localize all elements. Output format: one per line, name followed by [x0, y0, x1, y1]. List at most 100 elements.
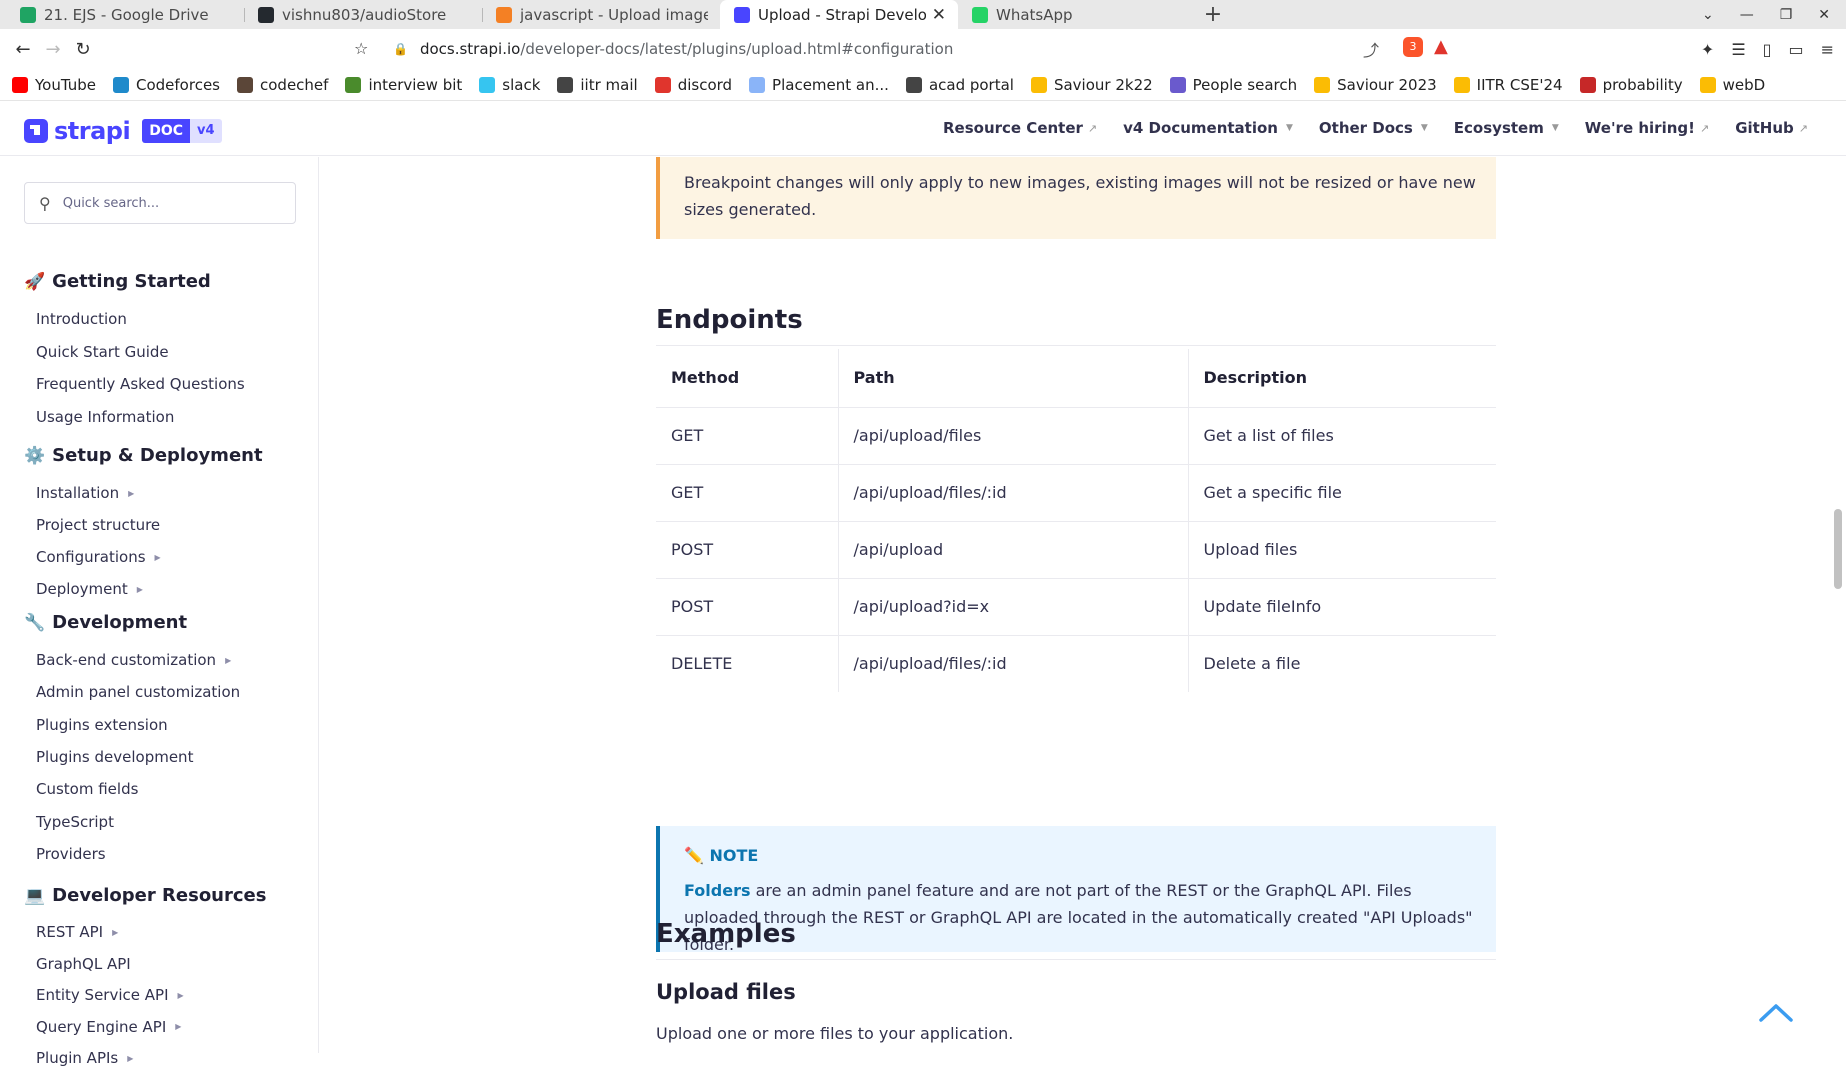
table-row: POST/api/upload?id=x Update fileInfo: [656, 577, 1496, 635]
bookmark-item[interactable]: codechef: [237, 76, 328, 94]
bookmark-label: webD: [1722, 75, 1766, 94]
sidebar-item[interactable]: Plugins extension: [36, 716, 168, 734]
sidebar-item[interactable]: Project structure: [36, 516, 160, 534]
sidebar-item-label: REST API: [36, 923, 104, 941]
table-cell: GET: [656, 463, 838, 521]
dropdown-caret-icon: ▼: [1420, 123, 1428, 133]
table-row: GET/api/upload/files/:id Get a specific f…: [656, 463, 1496, 521]
sidebar-item[interactable]: Query Engine API ▶: [36, 1018, 181, 1036]
sidebar-item[interactable]: GraphQL API: [36, 955, 131, 973]
sidebar-toggle-icon[interactable]: ▯: [1763, 40, 1772, 59]
browser-tab[interactable]: javascript - Upload image to st: [482, 0, 720, 29]
bookmark-label: Placement an...: [772, 75, 889, 94]
sidebar-item[interactable]: Admin panel customization: [36, 683, 240, 701]
extensions-puzzle-icon[interactable]: ✦: [1701, 40, 1714, 59]
bookmark-item[interactable]: slack: [479, 76, 540, 94]
menu-icon[interactable]: ≡: [1821, 40, 1834, 59]
browser-toolbar: ← → ↻ ☆ 🔒 docs.strapi.io/developer-docs/…: [0, 29, 1846, 69]
back-to-top-icon[interactable]: [1758, 1000, 1794, 1024]
sidebar-item-label: Back-end customization: [36, 651, 217, 669]
maximize-icon[interactable]: ❐: [1780, 7, 1793, 23]
google-drive-icon: [1699, 76, 1716, 93]
sidebar-item[interactable]: Custom fields: [36, 780, 138, 798]
sidebar-item[interactable]: Providers: [36, 845, 106, 863]
probability-icon: [1579, 76, 1596, 93]
bookmark-item[interactable]: interview bit: [345, 76, 462, 94]
nav-item[interactable]: v4 Documentation ▼: [1123, 119, 1293, 137]
bookmark-item[interactable]: IITR CSE'24: [1453, 76, 1563, 94]
sidebar-item[interactable]: Configurations ▶: [36, 548, 161, 566]
sidebar-section-heading[interactable]: ⚙️ Setup & Deployment: [24, 445, 263, 466]
sidebar-item[interactable]: Usage Information: [36, 408, 174, 426]
sidebar-item[interactable]: Introduction: [36, 310, 127, 328]
tab-search-chevron-icon[interactable]: ⌄: [1702, 7, 1714, 23]
browser-tab[interactable]: WhatsApp: [958, 0, 1196, 29]
bookmark-item[interactable]: discord: [654, 76, 732, 94]
bookmark-item[interactable]: YouTube: [12, 76, 96, 94]
bookmark-page-icon[interactable]: ☆: [354, 39, 368, 58]
sidebar-item[interactable]: Plugins development: [36, 748, 193, 766]
nav-item[interactable]: Other Docs ▼: [1319, 119, 1428, 137]
bookmark-item[interactable]: Saviour 2023: [1314, 76, 1437, 94]
minimize-icon[interactable]: —: [1740, 7, 1754, 23]
sidebar-section-heading[interactable]: 💻 Developer Resources: [24, 885, 266, 906]
sidebar-item[interactable]: Entity Service API ▶: [36, 986, 184, 1004]
sidebar-item[interactable]: Plugin APIs ▶: [36, 1049, 133, 1067]
close-tab-icon[interactable]: ✕: [932, 5, 946, 25]
reading-list-icon[interactable]: ☰: [1731, 40, 1745, 59]
browser-tab[interactable]: vishnu803/audioStore: [244, 0, 482, 29]
bookmark-item[interactable]: iitr mail: [557, 76, 638, 94]
new-tab-button[interactable]: +: [1196, 0, 1230, 29]
google-drive-icon: [20, 6, 36, 23]
nav-item[interactable]: Ecosystem ▼: [1454, 119, 1559, 137]
browser-tab[interactable]: Upload - Strapi Developer ✕: [720, 0, 958, 29]
bookmark-label: acad portal: [928, 75, 1014, 94]
table-row: GET/api/upload/files Get a list of files: [656, 406, 1496, 464]
sidebar-section-heading[interactable]: 🔧 Development: [24, 612, 187, 633]
nav-item[interactable]: GitHub ↗: [1735, 119, 1808, 137]
forward-icon[interactable]: →: [38, 39, 68, 60]
bookmark-item[interactable]: Saviour 2k22: [1030, 76, 1153, 94]
bookmark-item[interactable]: webD: [1699, 75, 1766, 94]
strapi-docs-page: strapi DOC v4 Resource Center ↗ v4 Documen…: [0, 101, 1846, 1067]
bookmark-item[interactable]: acad portal: [905, 75, 1014, 94]
bookmark-item[interactable]: Codeforces: [113, 76, 220, 94]
brave-shields-icon[interactable]: 3: [1403, 37, 1423, 57]
page-scrollbar[interactable]: [1834, 509, 1842, 589]
nav-item[interactable]: Resource Center ↗: [943, 119, 1097, 137]
section-emoji-icon: 🔧: [24, 612, 46, 633]
external-link-icon: ↗: [1087, 121, 1098, 135]
folders-link[interactable]: Folders: [684, 881, 750, 900]
sidebar-item[interactable]: Frequently Asked Questions: [36, 375, 245, 393]
sidebar-section-heading[interactable]: 🚀 Getting Started: [24, 271, 211, 292]
back-icon[interactable]: ←: [8, 39, 38, 60]
table-row: POST/api/upload Upload files: [656, 520, 1496, 578]
sidebar-item[interactable]: Deployment ▶: [36, 580, 143, 598]
strapi-logo[interactable]: strapi DOC v4: [24, 117, 222, 145]
wallet-icon[interactable]: ▭: [1788, 40, 1803, 59]
nav-item[interactable]: We're hiring! ↗: [1585, 119, 1709, 137]
sidebar-item[interactable]: Back-end customization ▶: [36, 651, 231, 669]
external-link-icon: ↗: [1699, 121, 1710, 135]
expand-caret-icon: ▶: [136, 584, 143, 594]
sidebar-item[interactable]: Quick Start Guide: [36, 343, 169, 361]
bookmark-label: probability: [1602, 75, 1683, 94]
bookmark-item[interactable]: probability: [1579, 75, 1683, 94]
address-bar[interactable]: 🔒 docs.strapi.io/developer-docs/latest/p…: [385, 33, 1425, 65]
bookmark-item[interactable]: People search: [1169, 76, 1297, 94]
quick-search-input[interactable]: ⚲ Quick search...: [24, 182, 296, 224]
brave-rewards-icon[interactable]: ▲: [1434, 37, 1456, 57]
reload-icon[interactable]: ↻: [68, 39, 98, 60]
close-window-icon[interactable]: ✕: [1818, 7, 1830, 23]
sidebar-item[interactable]: Installation ▶: [36, 484, 134, 502]
bookmark-item[interactable]: Placement an...: [749, 76, 889, 94]
expand-caret-icon: ▶: [177, 990, 184, 1000]
docs-navbar: strapi DOC v4 Resource Center ↗ v4 Documen…: [0, 101, 1846, 156]
browser-tab[interactable]: 21. EJS - Google Drive: [6, 0, 244, 29]
section-title: Developer Resources: [52, 885, 267, 906]
sidebar-item[interactable]: TypeScript: [36, 813, 114, 831]
sidebar-item[interactable]: REST API ▶: [36, 923, 118, 941]
tab-title: javascript - Upload image to st: [520, 5, 708, 24]
share-icon[interactable]: ⤴: [1363, 37, 1379, 61]
version-badge: v4: [190, 119, 222, 143]
